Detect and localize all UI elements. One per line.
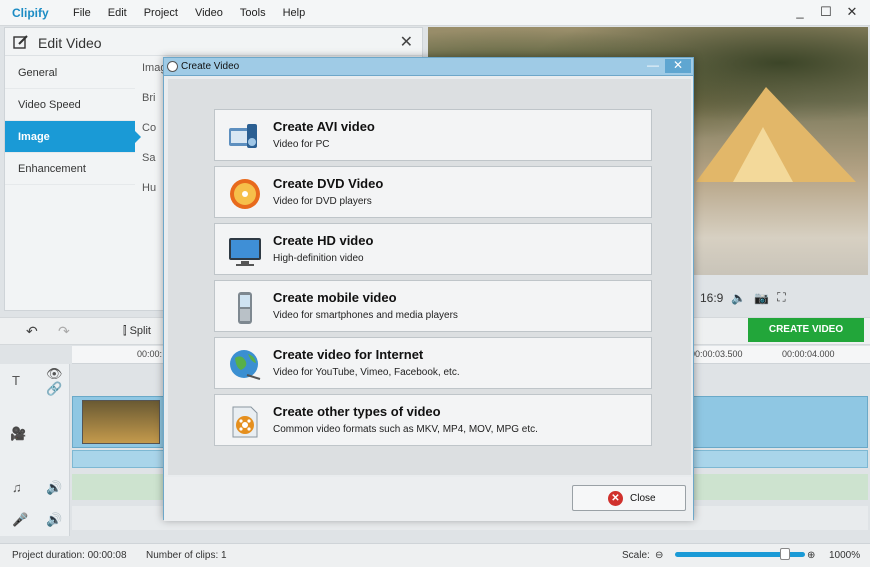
zoom-out-icon[interactable]: ⊖ [655,550,663,561]
dialog-app-icon [167,61,178,72]
option-title: Create HD video [273,233,374,248]
dialog-body: Create AVI video Video for PC Create DVD… [168,79,691,475]
redo-icon[interactable]: ↷ [58,323,70,340]
zoom-in-icon[interactable]: ⊕ [807,550,815,561]
volume-icon[interactable]: 🔈 [731,291,746,305]
dialog-footer: ✕ Close [164,477,693,521]
track-headers: T 👁 🔗 🎥 ♫ 🔊 🎤 🔊 [0,364,70,536]
ruler-label: 00:00:04.000 [782,349,835,359]
menu-tools[interactable]: Tools [240,7,266,19]
option-create-other[interactable]: Create other types of video Common video… [214,394,652,446]
option-description: High-definition video [273,253,364,264]
avi-film-icon [229,124,257,148]
nav-general[interactable]: General [5,57,135,89]
edit-panel-header: Edit Video ✕ [5,28,422,56]
close-icon: ✕ [608,491,623,506]
dialog-title: Create Video [181,61,240,72]
scale-label: Scale: [622,550,650,561]
menu-video[interactable]: Video [195,7,223,19]
window-close-button[interactable]: ✕ [842,3,862,21]
dialog-titlebar: Create Video — ✕ [164,58,693,76]
menu-file[interactable]: File [73,7,91,19]
menu-project[interactable]: Project [144,7,178,19]
split-label: Split [129,325,151,337]
edit-panel-close-icon[interactable]: ✕ [400,32,413,52]
undo-icon[interactable]: ↶ [26,323,38,340]
scale-value: 1000% [829,550,861,561]
menu-edit[interactable]: Edit [108,7,127,19]
split-button[interactable]: ⫿ Split [123,325,151,338]
file-reel-icon [232,406,258,438]
dialog-close-x-button[interactable]: ✕ [665,59,691,73]
mobile-phone-icon [238,292,252,324]
create-video-button[interactable]: CREATE VIDEO [748,318,864,342]
close-button-label: Close [630,493,656,504]
hd-monitor-icon [229,238,261,266]
camera-icon[interactable]: 📷 [754,291,769,305]
app-logo: Clipify [12,6,49,20]
minimize-button[interactable]: _ [790,3,810,21]
option-description: Video for smartphones and media players [273,310,458,321]
edit-icon [13,35,28,49]
nav-image[interactable]: Image [5,121,141,153]
window-controls: _ ☐ ✕ [790,3,862,21]
mic-volume-icon[interactable]: 🔊 [46,512,62,528]
project-duration: Project duration: 00:00:08 [12,550,127,561]
dvd-disc-icon [230,179,260,209]
link-icon[interactable]: 🔗 [46,381,62,397]
preview-tent-glow [733,127,793,182]
menu-help[interactable]: Help [283,7,306,19]
option-create-hd[interactable]: Create HD video High-definition video [214,223,652,275]
menu-bar: File Edit Project Video Tools Help [73,7,322,19]
option-description: Video for YouTube, Vimeo, Facebook, etc. [273,367,460,378]
music-volume-icon[interactable]: 🔊 [46,480,62,496]
title-bar: Clipify File Edit Project Video Tools He… [0,0,870,26]
option-title: Create AVI video [273,119,375,134]
ruler-label: 00:00:03.500 [690,349,743,359]
scale-slider-knob[interactable] [780,548,790,560]
nav-enhancement[interactable]: Enhancement [5,153,135,185]
option-title: Create other types of video [273,404,441,419]
aspect-ratio[interactable]: 16:9 [700,291,723,305]
create-video-dialog: Create Video — ✕ Create AVI video Video … [163,57,694,521]
mic-icon: 🎤 [12,512,29,527]
preview-controls: 16:9 🔈 📷 ⛶ [700,290,786,305]
fullscreen-icon[interactable]: ⛶ [777,290,785,305]
option-title: Create DVD Video [273,176,384,191]
option-title: Create video for Internet [273,347,424,362]
option-create-avi[interactable]: Create AVI video Video for PC [214,109,652,161]
video-track-icon: 🎥 [10,426,27,441]
nav-video-speed[interactable]: Video Speed [5,89,135,121]
option-description: Video for PC [273,139,330,150]
option-create-dvd[interactable]: Create DVD Video Video for DVD players [214,166,652,218]
edit-panel-title: Edit Video [38,35,102,51]
maximize-button[interactable]: ☐ [816,3,836,21]
ruler-label: 00:00: [137,349,163,359]
close-button[interactable]: ✕ Close [572,485,686,511]
eye-icon[interactable]: 👁 [46,366,63,382]
option-create-mobile[interactable]: Create mobile video Video for smartphone… [214,280,652,332]
music-icon: ♫ [12,480,22,495]
option-description: Common video formats such as MKV, MP4, M… [273,424,538,435]
text-track-icon[interactable]: T [12,373,20,388]
edit-nav: General Video Speed Image Enhancement [5,57,141,185]
option-create-internet[interactable]: Create video for Internet Video for YouT… [214,337,652,389]
dialog-minimize-button[interactable]: — [643,59,663,73]
option-description: Video for DVD players [273,196,372,207]
globe-icon [230,350,261,380]
video-clip-thumbnail[interactable] [82,400,160,444]
clip-count: Number of clips: 1 [146,550,227,561]
option-title: Create mobile video [273,290,397,305]
